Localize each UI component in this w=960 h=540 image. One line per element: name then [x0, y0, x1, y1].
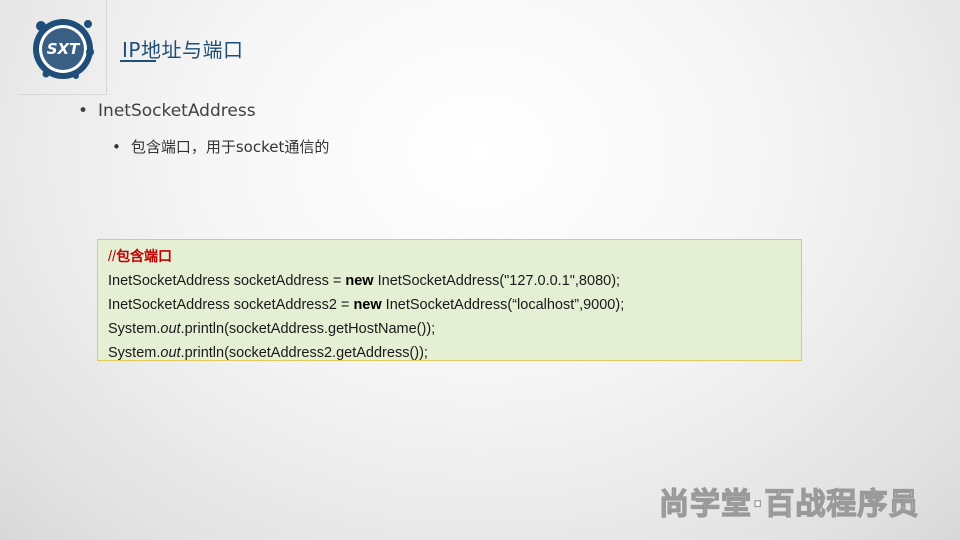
bullet-level2: • 包含端口，用于socket通信的	[112, 136, 329, 157]
code-line-4: System.out.println(socketAddress2.getAdd…	[108, 341, 791, 365]
code-line-1: InetSocketAddress socketAddress = new In…	[108, 269, 791, 293]
bullet-dot: •	[112, 138, 121, 156]
code-line-2: InetSocketAddress socketAddress2 = new I…	[108, 293, 791, 317]
bullet-level2-text: 包含端口，用于socket通信的	[130, 138, 330, 156]
code-line-2-b: InetSocketAddress(“localhost”,9000);	[381, 297, 625, 313]
code-line-1-a: InetSocketAddress socketAddress =	[108, 273, 346, 289]
page-title: IP地址与端口	[122, 38, 244, 62]
watermark-logo: 尚学堂·百战程序员	[658, 486, 919, 522]
logo-text: SXT	[47, 40, 81, 58]
code-line-4-b: .println(socketAddress2.getAddress());	[180, 345, 428, 361]
comment-slashes: //	[108, 249, 117, 265]
keyword-new: new	[353, 297, 382, 313]
code-line-4-a: System.	[108, 345, 161, 361]
code-block: //包含端口 InetSocketAddress socketAddress =…	[97, 239, 802, 361]
keyword-new: new	[345, 273, 374, 289]
bullet-dot: •	[78, 101, 89, 121]
code-line-3: System.out.println(socketAddress.getHost…	[108, 317, 791, 341]
watermark-text: 尚学堂·百战程序员	[659, 487, 919, 522]
bullet-level1-text: InetSocketAddress	[98, 101, 256, 121]
code-line-1-b: InetSocketAddress("127.0.0.1",8080);	[373, 273, 621, 289]
code-line-4-italic: out	[160, 345, 181, 361]
code-line-3-italic: out	[160, 321, 181, 337]
comment-text: 包含端口	[116, 249, 173, 265]
code-line-3-b: .println(socketAddress.getHostName());	[180, 321, 436, 337]
code-comment-line: //包含端口	[108, 245, 791, 269]
sxt-logo: SXT	[33, 19, 94, 79]
title-underline	[120, 60, 156, 62]
code-line-3-a: System.	[108, 321, 161, 337]
bullet-level1: • InetSocketAddress	[78, 101, 256, 121]
code-line-2-a: InetSocketAddress socketAddress2 =	[108, 297, 354, 313]
